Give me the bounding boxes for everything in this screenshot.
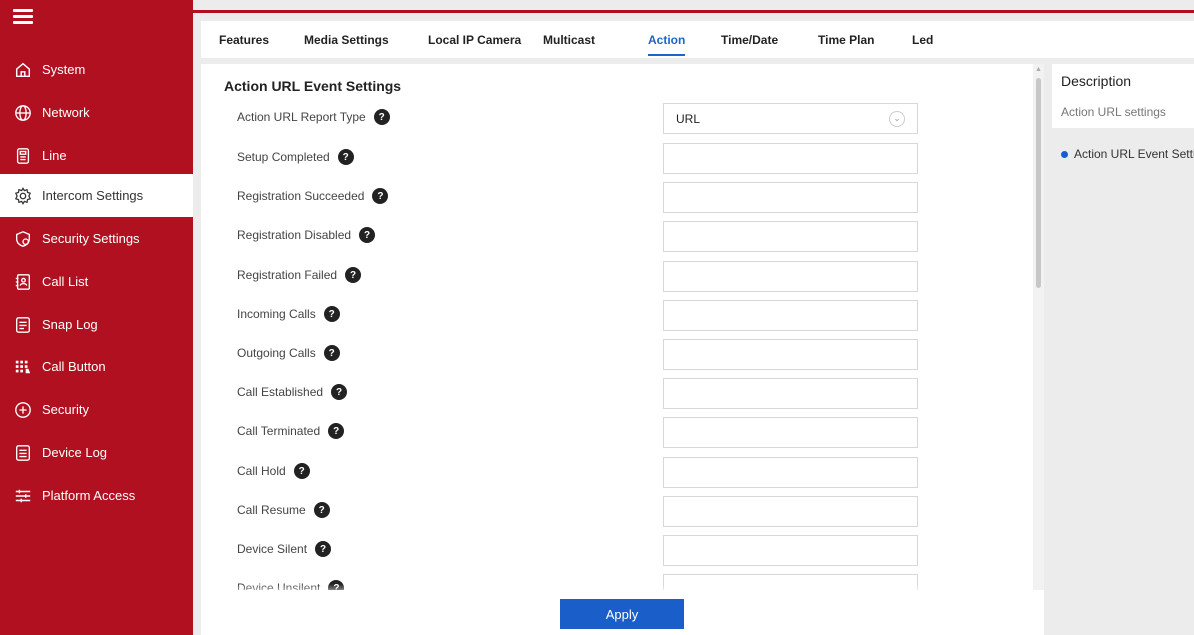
sidebar-item-label: Snap Log xyxy=(42,317,98,332)
help-icon[interactable]: ? xyxy=(331,384,348,400)
tab-multicast[interactable]: Multicast xyxy=(543,21,595,58)
sidebar-item-network[interactable]: Network xyxy=(0,91,193,134)
help-icon[interactable]: ? xyxy=(372,188,389,204)
scroll-thumb[interactable] xyxy=(1036,78,1041,288)
tab-led[interactable]: Led xyxy=(912,21,933,58)
sliders-icon xyxy=(13,486,33,506)
sidebar-item-security-settings[interactable]: Security Settings xyxy=(0,217,193,260)
sidebar: System Network Line Intercom Settings Se… xyxy=(0,0,193,635)
field-label: Call Hold? xyxy=(237,461,310,481)
event-url-input[interactable] xyxy=(663,457,918,488)
sidebar-item-label: Intercom Settings xyxy=(42,188,144,203)
sidebar-item-label: Security Settings xyxy=(42,231,140,246)
tab-action[interactable]: Action xyxy=(648,21,686,58)
event-url-input[interactable] xyxy=(663,535,918,566)
sidebar-item-label: Platform Access xyxy=(42,488,136,503)
event-url-input[interactable] xyxy=(663,221,918,252)
field-label: Incoming Calls? xyxy=(237,304,340,324)
report-type-select[interactable]: URL ⌄ xyxy=(663,103,918,134)
scroll-up-icon[interactable]: ▲ xyxy=(1035,66,1042,73)
field-label: Action URL Report Type ? xyxy=(237,107,390,127)
section-title: Action URL Event Settings xyxy=(224,78,402,94)
field-label: Call Resume? xyxy=(237,500,330,520)
field-label: Device Silent? xyxy=(237,539,332,559)
event-url-input[interactable] xyxy=(663,378,918,409)
help-icon[interactable]: ? xyxy=(345,267,362,283)
sidebar-item-label: Security xyxy=(42,402,89,417)
tab-media-settings[interactable]: Media Settings xyxy=(304,21,389,58)
sidebar-item-platform-access[interactable]: Platform Access xyxy=(0,474,193,517)
sidebar-item-label: Device Log xyxy=(42,445,108,460)
event-url-input[interactable] xyxy=(663,261,918,292)
home-icon xyxy=(13,60,33,80)
sidebar-item-call-list[interactable]: Call List xyxy=(0,260,193,303)
keypad-icon xyxy=(13,357,33,377)
sidebar-item-snap-log[interactable]: Snap Log xyxy=(0,303,193,346)
field-label: Outgoing Calls? xyxy=(237,343,340,363)
top-accent-line xyxy=(193,10,1194,13)
tab-bar: Features Media Settings Local IP Camera … xyxy=(201,21,1194,58)
shield-gear-icon xyxy=(13,229,33,249)
sidebar-item-label: Line xyxy=(42,148,67,163)
settings-panel: Action URL Event Settings Action URL Rep… xyxy=(201,64,1044,635)
field-label: Registration Succeeded? xyxy=(237,186,389,206)
help-icon[interactable]: ? xyxy=(328,423,345,439)
event-url-input[interactable] xyxy=(663,417,918,448)
sidebar-item-label: Call Button xyxy=(42,359,106,374)
event-url-input[interactable] xyxy=(663,339,918,370)
shield-plus-icon xyxy=(13,400,33,420)
sidebar-item-label: System xyxy=(42,62,86,77)
apply-button[interactable]: Apply xyxy=(560,599,684,629)
action-bar: Apply xyxy=(201,590,1044,635)
log-icon xyxy=(13,443,33,463)
contact-book-icon xyxy=(13,272,33,292)
sidebar-item-label: Call List xyxy=(42,274,89,289)
document-icon xyxy=(13,315,33,335)
help-icon[interactable]: ? xyxy=(315,541,332,557)
field-label: Call Terminated? xyxy=(237,421,345,441)
menu-toggle-icon[interactable] xyxy=(13,9,33,27)
event-url-input[interactable] xyxy=(663,300,918,331)
help-icon[interactable]: ? xyxy=(373,109,390,125)
tab-time-plan[interactable]: Time Plan xyxy=(818,21,874,58)
description-subtitle: Action URL settings xyxy=(1061,105,1166,119)
help-icon[interactable]: ? xyxy=(337,149,354,165)
chevron-down-icon: ⌄ xyxy=(889,110,905,127)
phone-icon xyxy=(13,146,33,166)
gear-icon xyxy=(13,186,33,206)
report-type-value: URL xyxy=(676,111,701,126)
sidebar-item-label: Network xyxy=(42,105,90,120)
tab-local-ip-camera[interactable]: Local IP Camera xyxy=(428,21,521,58)
description-link[interactable]: Action URL Event Settings xyxy=(1061,147,1194,161)
help-icon[interactable]: ? xyxy=(359,227,376,243)
bullet-dot-icon xyxy=(1061,150,1068,158)
help-icon[interactable]: ? xyxy=(323,345,340,361)
field-label: Setup Completed? xyxy=(237,147,354,167)
description-panel: Description Action URL settings Action U… xyxy=(1052,64,1194,635)
sidebar-item-line[interactable]: Line xyxy=(0,134,193,177)
sidebar-item-intercom-settings[interactable]: Intercom Settings xyxy=(0,174,193,217)
description-title: Description xyxy=(1061,73,1132,89)
help-icon[interactable]: ? xyxy=(293,463,310,479)
field-label: Registration Failed? xyxy=(237,265,362,285)
sidebar-item-device-log[interactable]: Device Log xyxy=(0,431,193,474)
event-url-input[interactable] xyxy=(663,182,918,213)
sidebar-item-system[interactable]: System xyxy=(0,48,193,91)
event-url-input[interactable] xyxy=(663,496,918,527)
tab-features[interactable]: Features xyxy=(219,21,269,58)
description-header: Description Action URL settings xyxy=(1052,64,1194,128)
help-icon[interactable]: ? xyxy=(313,502,330,518)
event-url-input[interactable] xyxy=(663,143,918,174)
help-icon[interactable]: ? xyxy=(323,306,340,322)
scrollbar[interactable]: ▲ ▼ xyxy=(1033,64,1044,635)
sidebar-item-security[interactable]: Security xyxy=(0,388,193,431)
globe-icon xyxy=(13,103,33,123)
field-label: Call Established? xyxy=(237,382,348,402)
field-label: Registration Disabled? xyxy=(237,225,376,245)
sidebar-item-call-button[interactable]: Call Button xyxy=(0,345,193,388)
tab-time-date[interactable]: Time/Date xyxy=(721,21,778,58)
